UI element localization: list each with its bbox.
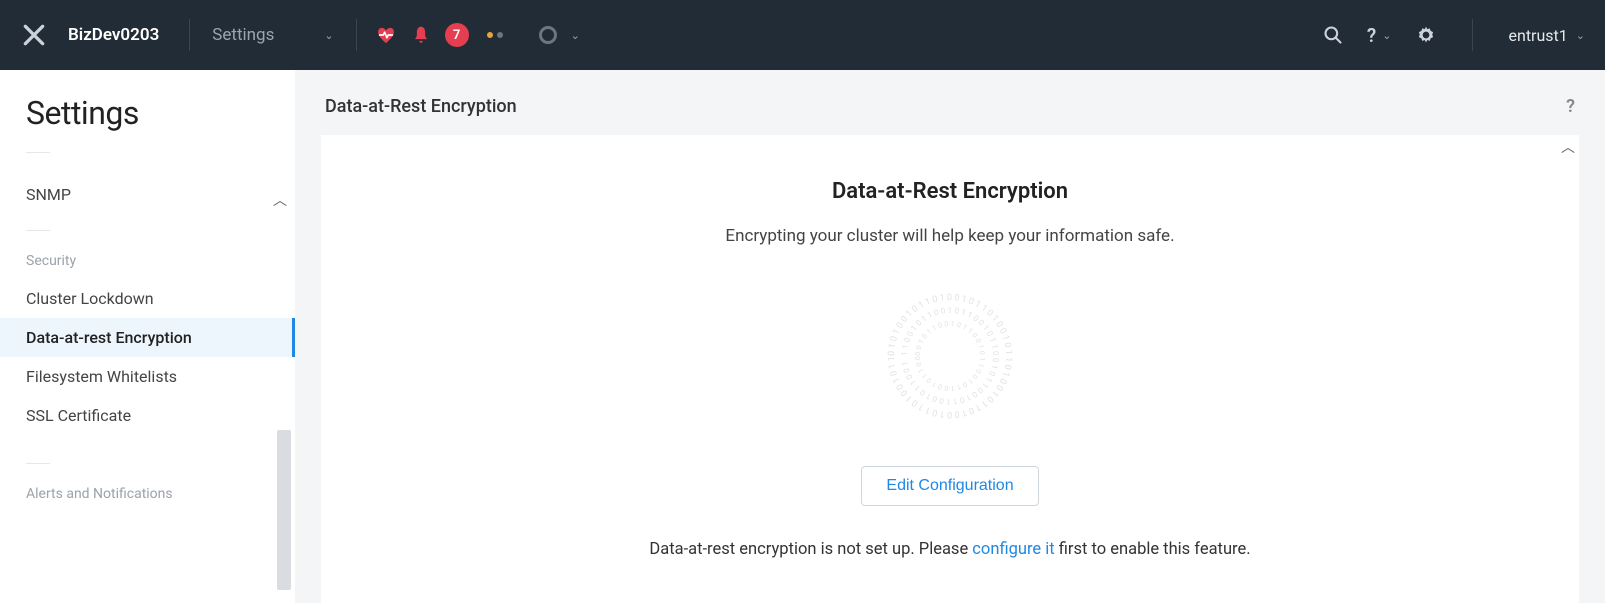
- bell-icon[interactable]: [411, 25, 431, 45]
- chevron-down-icon[interactable]: ⌄: [571, 29, 580, 42]
- sidebar-item-filesystem-whitelists[interactable]: Filesystem Whitelists: [26, 357, 295, 396]
- topbar-status-icons: 7 ⌄: [375, 23, 580, 47]
- sidebar-divider: [26, 230, 50, 231]
- chevron-down-icon: ⌄: [1576, 29, 1585, 42]
- sidebar-divider: [26, 463, 50, 464]
- content-header-title: Data-at-Rest Encryption: [325, 96, 517, 117]
- status-dots: [487, 32, 503, 38]
- content-area: Data-at-Rest Encryption ? ︿ Data-at-Rest…: [295, 70, 1605, 603]
- status-prefix: Data-at-rest encryption is not set up. P…: [649, 540, 972, 559]
- health-icon[interactable]: [375, 25, 397, 45]
- topbar-right: ? ⌄ entrust1 ⌄: [1323, 19, 1585, 51]
- panel-subtitle: Encrypting your cluster will help keep y…: [725, 226, 1174, 246]
- panel-scroll-up-icon[interactable]: ︿: [1561, 137, 1575, 157]
- sidebar-scroll-up-icon[interactable]: ︿: [273, 190, 287, 210]
- encryption-ring-icon: 0101001011010010110100101101001011010010…: [880, 286, 1020, 426]
- topbar-divider: [356, 19, 357, 51]
- sidebar-section-security: Security: [26, 253, 295, 269]
- topbar: BizDev0203 Settings ⌄ 7 ⌄ ? ⌄: [0, 0, 1605, 70]
- main-layout: Settings ︿ SNMP Security Cluster Lockdow…: [0, 70, 1605, 603]
- sidebar-divider: [26, 152, 50, 153]
- topbar-divider: [189, 19, 190, 51]
- content-header: Data-at-Rest Encryption ?: [295, 70, 1605, 135]
- sidebar-item-cluster-lockdown[interactable]: Cluster Lockdown: [26, 279, 295, 318]
- status-dot-idle-icon: [497, 32, 503, 38]
- chevron-down-icon: ⌄: [1382, 29, 1391, 42]
- search-icon[interactable]: [1323, 25, 1343, 45]
- app-logo-icon[interactable]: [20, 21, 48, 49]
- sidebar-item-ssl-certificate[interactable]: SSL Certificate: [26, 396, 295, 435]
- task-circle-icon[interactable]: [539, 26, 557, 44]
- help-icon: ?: [1367, 24, 1376, 47]
- topbar-divider: [1472, 19, 1473, 51]
- main-panel: ︿ Data-at-Rest Encryption Encrypting you…: [321, 135, 1579, 603]
- chevron-down-icon: ⌄: [324, 29, 333, 42]
- nav-dropdown-label: Settings: [212, 25, 274, 45]
- sidebar-section-alerts: Alerts and Notifications: [26, 486, 295, 502]
- help-dropdown[interactable]: ? ⌄: [1367, 24, 1392, 47]
- sidebar-title: Settings: [26, 94, 295, 132]
- nav-dropdown[interactable]: Settings ⌄: [202, 25, 343, 45]
- sidebar: Settings ︿ SNMP Security Cluster Lockdow…: [0, 70, 295, 603]
- sidebar-scrollbar[interactable]: [277, 430, 291, 590]
- user-label: entrust1: [1509, 26, 1568, 45]
- edit-configuration-button[interactable]: Edit Configuration: [861, 466, 1038, 506]
- status-suffix: first to enable this feature.: [1055, 540, 1251, 559]
- sidebar-item-snmp[interactable]: SNMP: [26, 175, 295, 214]
- status-dot-warning-icon: [487, 32, 493, 38]
- user-menu[interactable]: entrust1 ⌄: [1509, 26, 1586, 45]
- sidebar-item-data-at-rest[interactable]: Data-at-rest Encryption: [0, 318, 295, 357]
- notification-badge[interactable]: 7: [445, 23, 469, 47]
- panel-title: Data-at-Rest Encryption: [832, 179, 1068, 204]
- help-icon[interactable]: ?: [1566, 96, 1575, 117]
- gear-icon[interactable]: [1416, 25, 1436, 45]
- configure-link[interactable]: configure it: [972, 540, 1054, 559]
- cluster-name[interactable]: BizDev0203: [68, 25, 159, 45]
- status-message: Data-at-rest encryption is not set up. P…: [649, 540, 1250, 559]
